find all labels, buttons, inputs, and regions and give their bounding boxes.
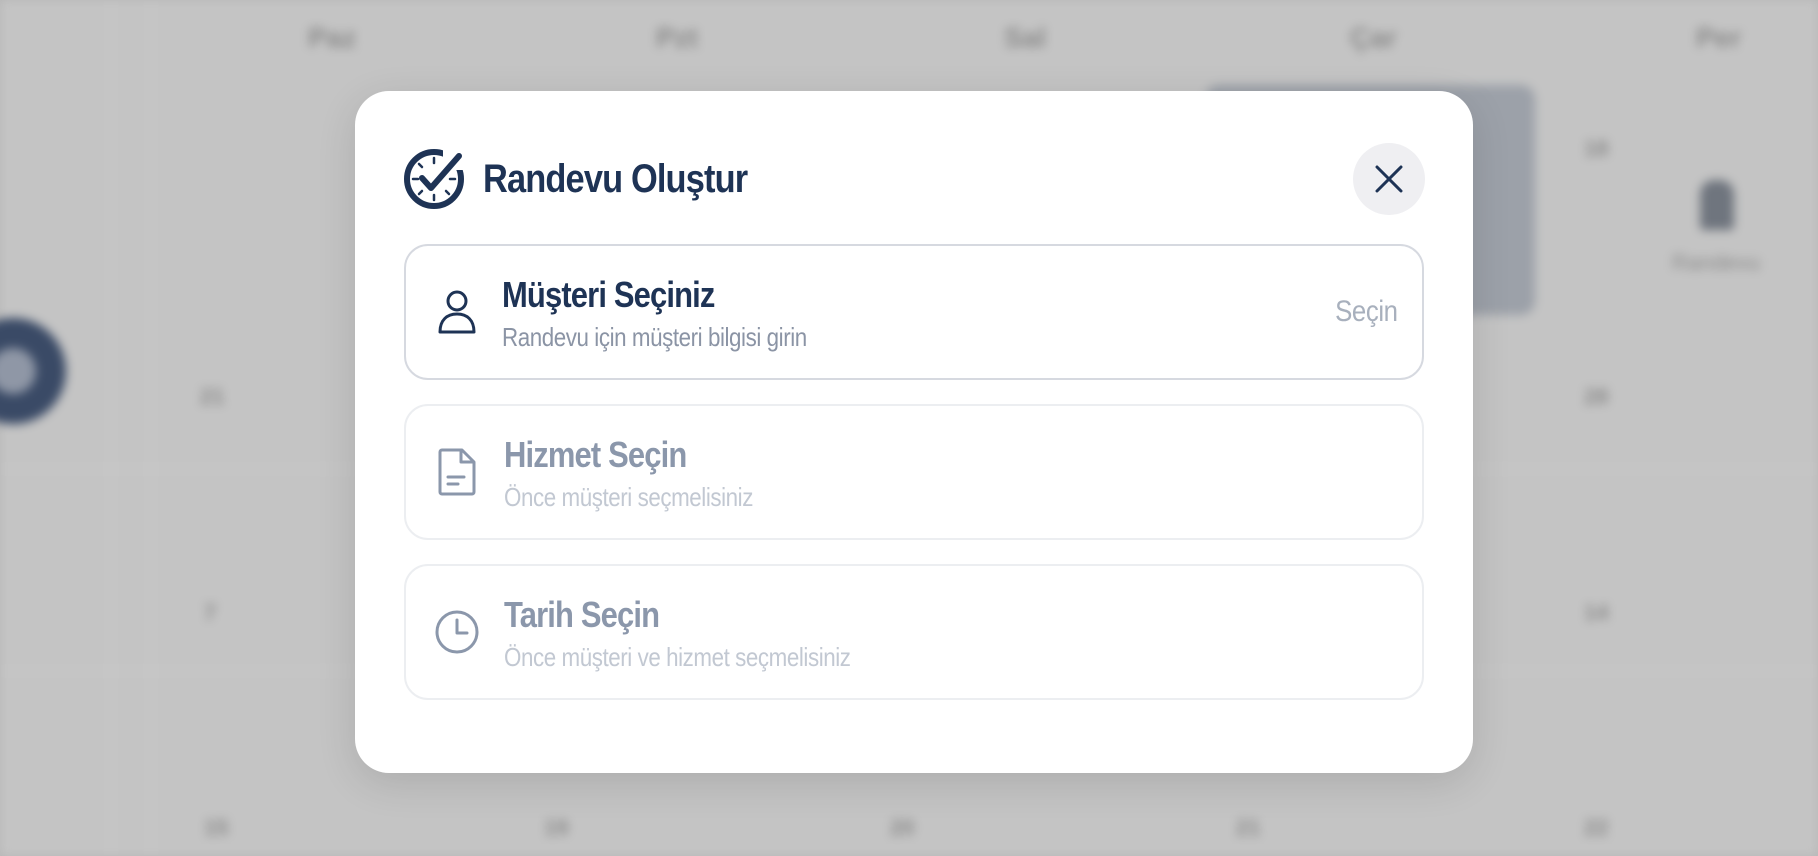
user-icon bbox=[438, 290, 476, 334]
modal-header: Randevu Oluştur bbox=[403, 143, 1425, 215]
date-number: 21 bbox=[1236, 815, 1261, 840]
date-number: 7 bbox=[204, 600, 217, 625]
step-subtitle: Randevu için müşteri bilgisi girin bbox=[502, 322, 807, 352]
clock-icon bbox=[435, 610, 479, 654]
document-icon bbox=[438, 448, 476, 496]
weekday-label: Paz bbox=[308, 22, 357, 53]
step-title: Hizmet Seçin bbox=[504, 434, 687, 475]
step-subtitle: Önce müşteri seçmelisiniz bbox=[504, 482, 753, 512]
date-number: 21 bbox=[200, 384, 225, 409]
select-customer-step[interactable]: Müşteri Seçiniz Randevu için müşteri bil… bbox=[404, 244, 1424, 380]
date-number: 15 bbox=[204, 815, 229, 840]
clock-check-icon bbox=[404, 149, 465, 209]
date-number: 22 bbox=[1584, 815, 1609, 840]
create-appointment-modal: Randevu Oluştur Müşteri Seçiniz Randevu … bbox=[355, 91, 1473, 773]
select-customer-action[interactable]: Seçin bbox=[1336, 295, 1399, 329]
person-icon bbox=[1700, 180, 1734, 230]
close-icon bbox=[1375, 165, 1403, 193]
select-service-step: Hizmet Seçin Önce müşteri seçmelisiniz bbox=[404, 404, 1424, 540]
step-title: Tarih Seçin bbox=[504, 594, 660, 635]
date-number: 18 bbox=[1584, 136, 1609, 161]
weekday-label: Çar bbox=[1350, 22, 1397, 53]
date-number: 14 bbox=[1584, 600, 1609, 625]
step-title: Müşteri Seçiniz bbox=[502, 274, 715, 315]
step-subtitle: Önce müşteri ve hizmet seçmelisiniz bbox=[504, 642, 851, 672]
date-number: 28 bbox=[1584, 384, 1609, 409]
weekday-label: Pzt bbox=[656, 22, 698, 53]
close-button[interactable] bbox=[1353, 143, 1425, 215]
avatar bbox=[0, 318, 66, 424]
background-caption: Randevu bbox=[1672, 250, 1761, 275]
date-number: 20 bbox=[890, 815, 915, 840]
modal-title: Randevu Oluştur bbox=[483, 156, 748, 201]
date-number: 19 bbox=[544, 815, 569, 840]
select-date-step: Tarih Seçin Önce müşteri ve hizmet seçme… bbox=[404, 564, 1424, 700]
weekday-label: Per bbox=[1696, 22, 1742, 53]
weekday-label: Sal bbox=[1004, 22, 1047, 53]
